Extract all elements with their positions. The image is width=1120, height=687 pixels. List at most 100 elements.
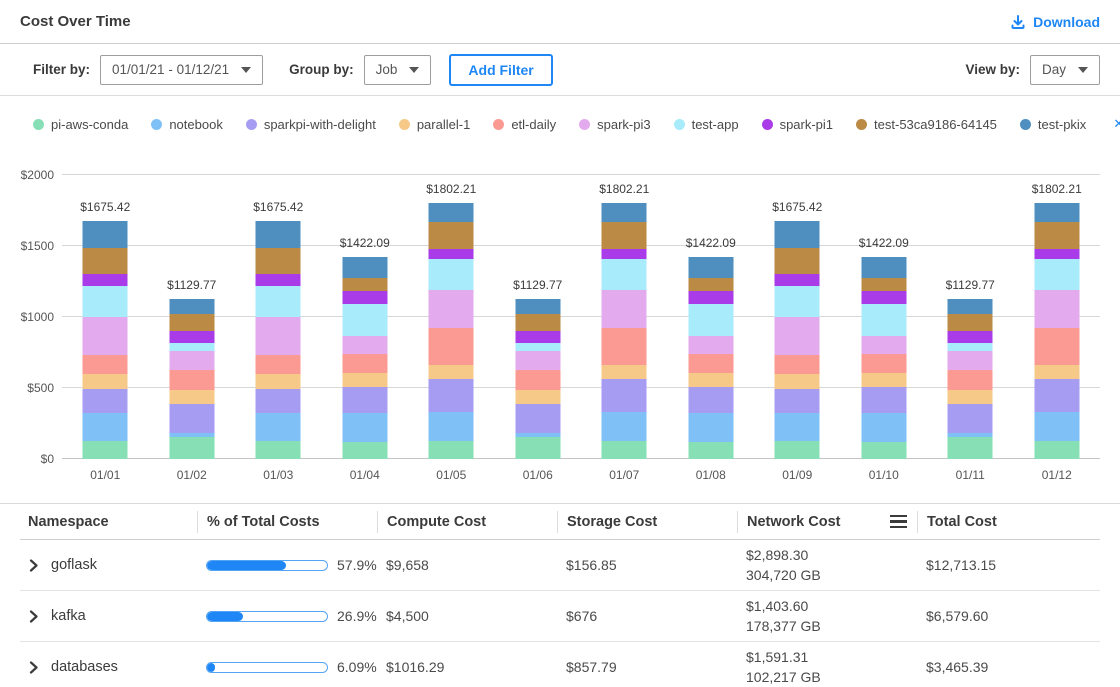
bar-segment-test-53ca9186-64145[interactable] <box>429 222 474 249</box>
legend-item-test-app[interactable]: test-app <box>674 117 739 132</box>
bar-segment-parallel-1[interactable] <box>775 374 820 389</box>
bar-segment-pi-aws-conda[interactable] <box>429 441 474 459</box>
bar-segment-spark-pi3[interactable] <box>688 336 733 354</box>
legend-item-sparkpi-with-delight[interactable]: sparkpi-with-delight <box>246 117 376 132</box>
bar-segment-test-pkix[interactable] <box>1034 203 1079 221</box>
bar-segment-etl-daily[interactable] <box>515 370 560 391</box>
bar-segment-test-app[interactable] <box>342 304 387 336</box>
legend-item-parallel-1[interactable]: parallel-1 <box>399 117 470 132</box>
stacked-bar[interactable] <box>83 221 128 459</box>
bar-segment-etl-daily[interactable] <box>861 354 906 373</box>
bar-segment-test-app[interactable] <box>948 343 993 352</box>
bar-segment-spark-pi1[interactable] <box>169 331 214 343</box>
bar-segment-spark-pi3[interactable] <box>256 317 301 355</box>
legend-item-test-53ca9186-64145[interactable]: test-53ca9186-64145 <box>856 117 997 132</box>
bar-segment-pi-aws-conda[interactable] <box>169 437 214 459</box>
bar-segment-test-app[interactable] <box>602 259 647 290</box>
bar-segment-test-pkix[interactable] <box>688 257 733 278</box>
bar-segment-notebook[interactable] <box>688 413 733 443</box>
bar-segment-etl-daily[interactable] <box>169 370 214 391</box>
bar-segment-spark-pi3[interactable] <box>83 317 128 355</box>
legend-item-notebook[interactable]: notebook <box>151 117 223 132</box>
bar-segment-spark-pi3[interactable] <box>948 351 993 369</box>
bar-segment-spark-pi1[interactable] <box>342 291 387 304</box>
bar-segment-spark-pi1[interactable] <box>775 274 820 285</box>
bar-segment-notebook[interactable] <box>861 413 906 443</box>
bar-segment-parallel-1[interactable] <box>861 373 906 387</box>
stacked-bar[interactable] <box>948 299 993 459</box>
bar-segment-spark-pi3[interactable] <box>342 336 387 354</box>
bar-segment-pi-aws-conda[interactable] <box>83 441 128 459</box>
bar-segment-test-53ca9186-64145[interactable] <box>948 314 993 330</box>
bar-segment-pi-aws-conda[interactable] <box>688 442 733 459</box>
bar-segment-spark-pi3[interactable] <box>429 290 474 328</box>
bar-segment-spark-pi1[interactable] <box>83 274 128 285</box>
bar-segment-test-53ca9186-64145[interactable] <box>688 278 733 291</box>
bar-segment-pi-aws-conda[interactable] <box>775 441 820 459</box>
bar-segment-etl-daily[interactable] <box>775 355 820 374</box>
bar-segment-test-app[interactable] <box>429 259 474 290</box>
namespace-expand-goflask[interactable]: goflask <box>20 557 197 573</box>
bar-segment-sparkpi-with-delight[interactable] <box>861 387 906 413</box>
bar-segment-test-53ca9186-64145[interactable] <box>342 278 387 291</box>
legend-item-spark-pi1[interactable]: spark-pi1 <box>762 117 833 132</box>
bar-segment-etl-daily[interactable] <box>688 354 733 373</box>
bar-segment-etl-daily[interactable] <box>429 328 474 365</box>
bar-segment-notebook[interactable] <box>256 413 301 441</box>
stacked-bar[interactable] <box>342 257 387 459</box>
stacked-bar[interactable] <box>515 299 560 459</box>
bar-segment-notebook[interactable] <box>775 413 820 441</box>
bar-segment-test-pkix[interactable] <box>169 299 214 315</box>
bar-segment-test-app[interactable] <box>775 286 820 317</box>
bar-segment-spark-pi3[interactable] <box>169 351 214 369</box>
bar-segment-pi-aws-conda[interactable] <box>1034 441 1079 459</box>
bar-segment-sparkpi-with-delight[interactable] <box>429 379 474 412</box>
bar-segment-test-pkix[interactable] <box>83 221 128 248</box>
bar-segment-sparkpi-with-delight[interactable] <box>83 389 128 413</box>
namespace-expand-kafka[interactable]: kafka <box>20 608 197 624</box>
group-by-select[interactable]: Job <box>364 55 432 85</box>
bar-segment-etl-daily[interactable] <box>256 355 301 374</box>
column-menu-icon[interactable] <box>890 515 907 529</box>
bar-segment-spark-pi1[interactable] <box>256 274 301 285</box>
bar-segment-etl-daily[interactable] <box>602 328 647 365</box>
bar-segment-test-app[interactable] <box>861 304 906 336</box>
stacked-bar[interactable] <box>688 257 733 459</box>
bar-segment-test-53ca9186-64145[interactable] <box>83 248 128 274</box>
bar-segment-spark-pi1[interactable] <box>1034 249 1079 259</box>
bar-segment-test-pkix[interactable] <box>948 299 993 315</box>
bar-segment-pi-aws-conda[interactable] <box>515 437 560 459</box>
bar-segment-test-53ca9186-64145[interactable] <box>169 314 214 330</box>
bar-segment-test-pkix[interactable] <box>515 299 560 315</box>
bar-segment-test-53ca9186-64145[interactable] <box>602 222 647 249</box>
bar-segment-parallel-1[interactable] <box>602 365 647 379</box>
bar-segment-spark-pi1[interactable] <box>861 291 906 304</box>
legend-item-test-pkix[interactable]: test-pkix <box>1020 117 1086 132</box>
bar-segment-pi-aws-conda[interactable] <box>861 442 906 459</box>
stacked-bar[interactable] <box>169 299 214 459</box>
bar-segment-sparkpi-with-delight[interactable] <box>342 387 387 413</box>
bar-segment-etl-daily[interactable] <box>948 370 993 391</box>
bar-segment-pi-aws-conda[interactable] <box>948 437 993 459</box>
deselect-all-button[interactable]: ✕Deselect All <box>1113 109 1120 139</box>
namespace-expand-databases[interactable]: databases <box>20 659 197 675</box>
stacked-bar[interactable] <box>861 257 906 459</box>
bar-segment-spark-pi1[interactable] <box>948 331 993 343</box>
stacked-bar[interactable] <box>256 221 301 459</box>
legend-item-spark-pi3[interactable]: spark-pi3 <box>579 117 650 132</box>
stacked-bar[interactable] <box>602 203 647 459</box>
bar-segment-test-53ca9186-64145[interactable] <box>861 278 906 291</box>
bar-segment-spark-pi3[interactable] <box>515 351 560 369</box>
bar-segment-test-app[interactable] <box>83 286 128 317</box>
bar-segment-test-53ca9186-64145[interactable] <box>775 248 820 274</box>
bar-segment-etl-daily[interactable] <box>342 354 387 373</box>
bar-segment-notebook[interactable] <box>83 413 128 441</box>
stacked-bar[interactable] <box>775 221 820 459</box>
bar-segment-sparkpi-with-delight[interactable] <box>948 404 993 432</box>
legend-item-pi-aws-conda[interactable]: pi-aws-conda <box>33 117 128 132</box>
bar-segment-notebook[interactable] <box>602 412 647 440</box>
bar-segment-etl-daily[interactable] <box>83 355 128 374</box>
bar-segment-spark-pi1[interactable] <box>515 331 560 343</box>
stacked-bar[interactable] <box>1034 203 1079 459</box>
bar-segment-parallel-1[interactable] <box>429 365 474 379</box>
